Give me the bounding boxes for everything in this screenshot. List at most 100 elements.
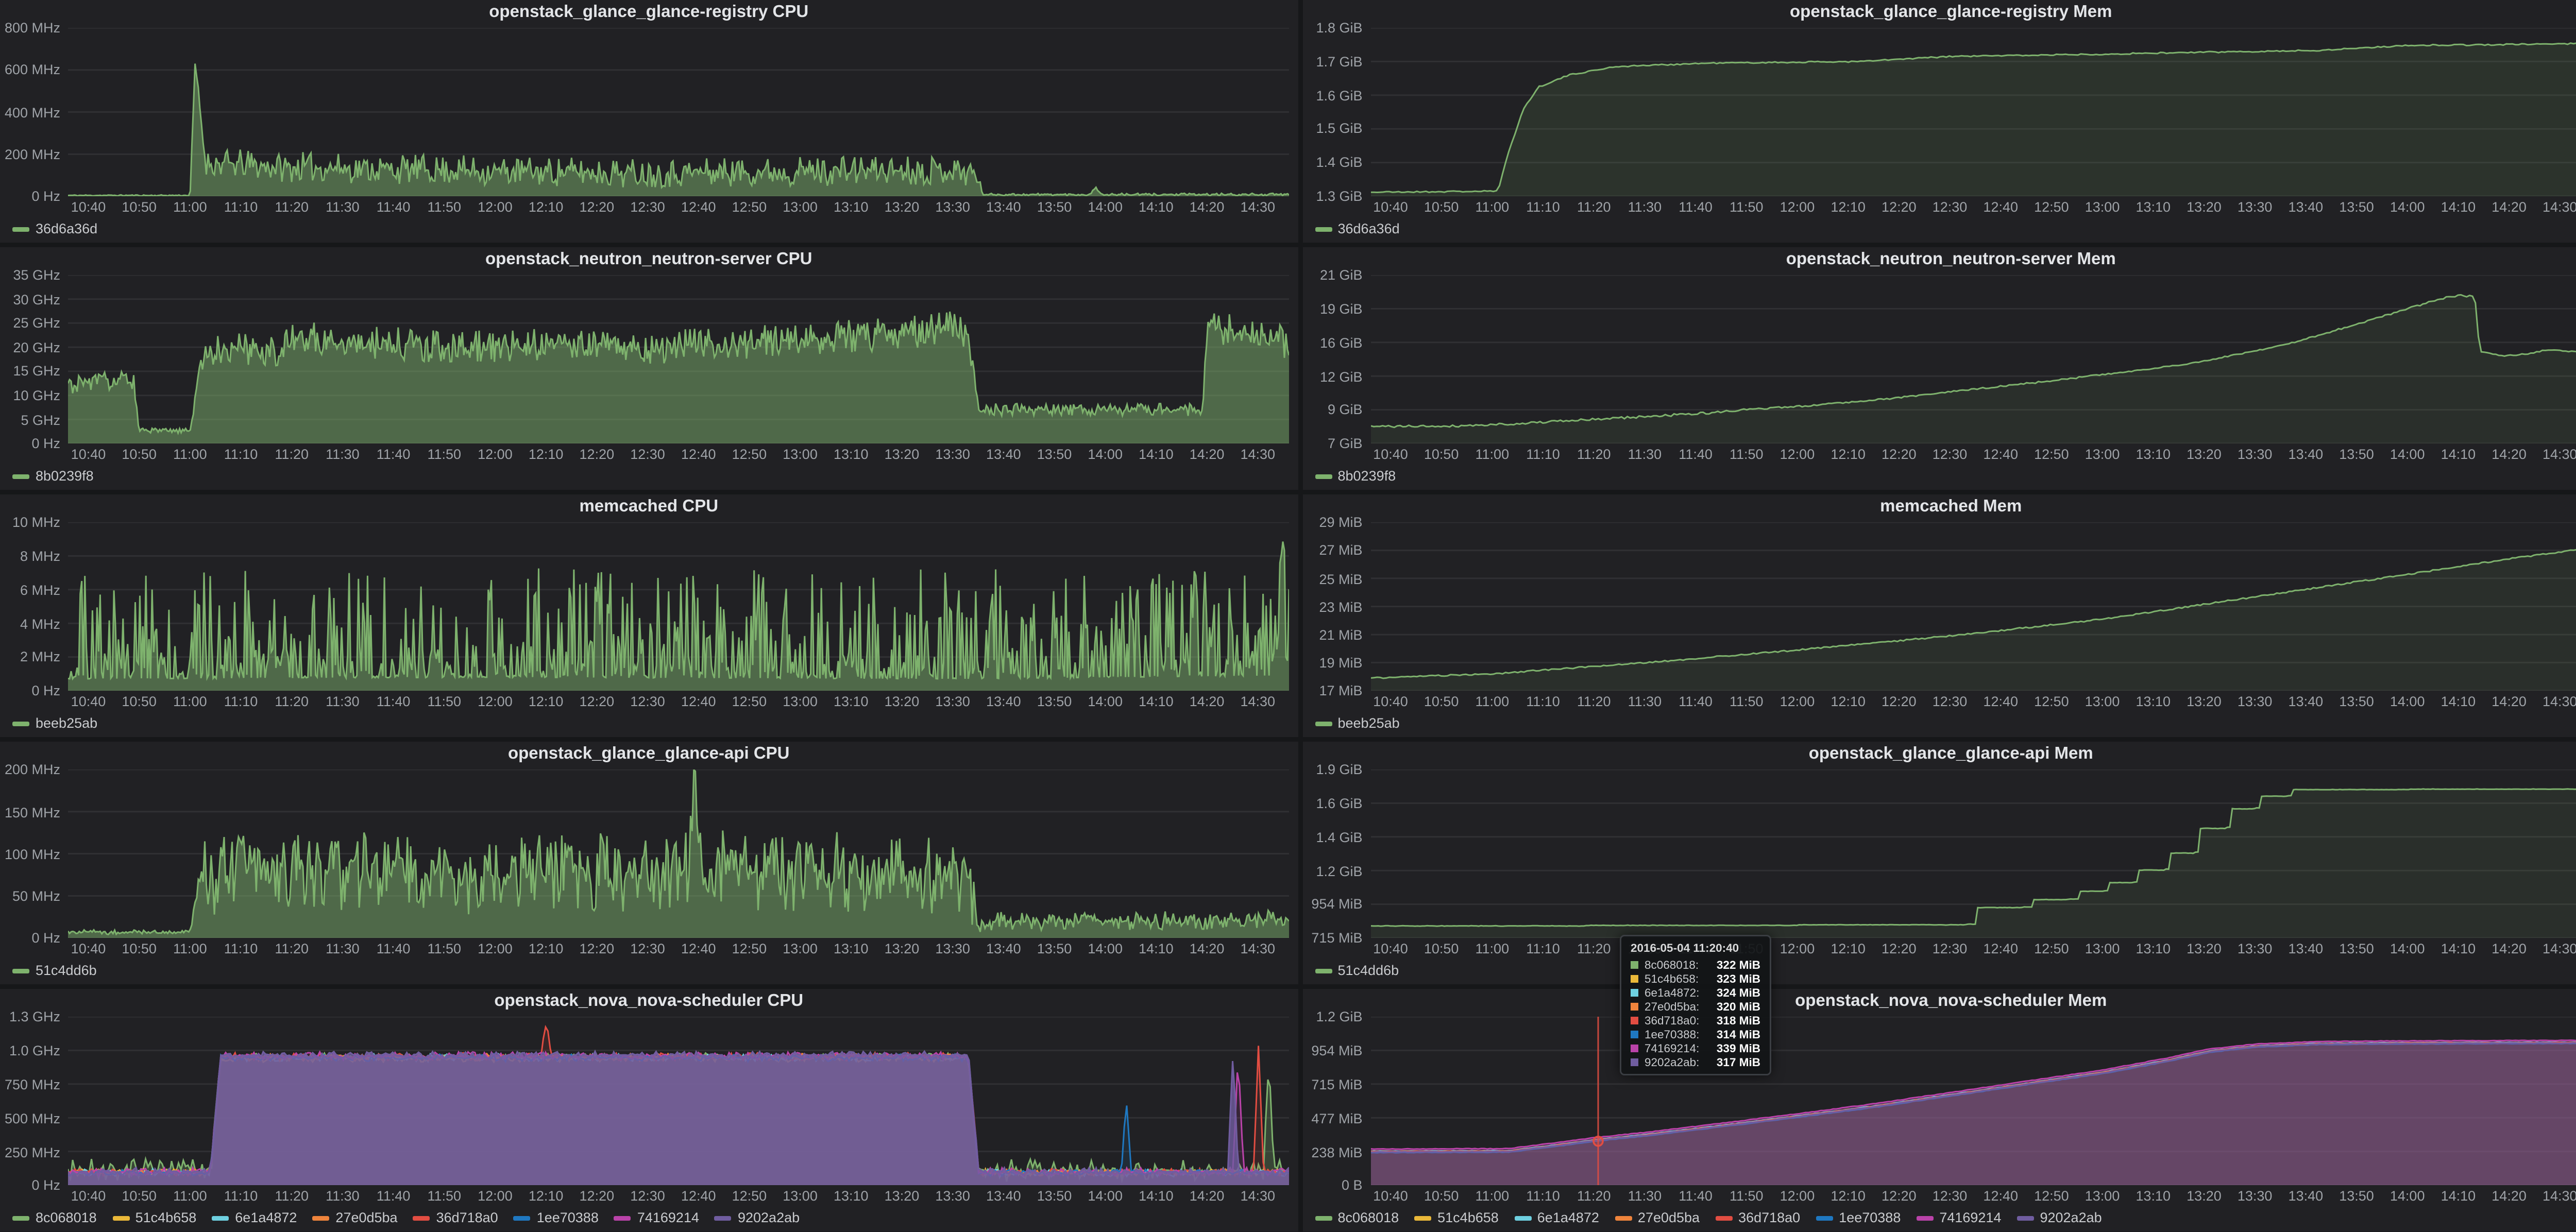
legend-item-51c4dd6b[interactable]: 51c4dd6b <box>1315 963 1399 979</box>
legend-swatch <box>312 1216 329 1221</box>
x-tick-label: 14:20 <box>1190 447 1225 462</box>
x-tick-label: 14:00 <box>2390 447 2425 462</box>
y-tick-label: 0 Hz <box>31 931 60 946</box>
x-tick-label: 13:00 <box>2085 1189 2120 1204</box>
y-axis: 800 MHz600 MHz400 MHz200 MHz0 Hz <box>6 28 68 196</box>
panel-title-glance-registry-mem[interactable]: openstack_glance_glance-registry Mem <box>1302 0 2576 25</box>
x-tick-label: 14:10 <box>1139 447 1174 462</box>
x-tick-label: 12:50 <box>2034 694 2069 710</box>
x-tick-label: 13:50 <box>2339 942 2374 957</box>
plot-neutron-server-mem[interactable] <box>1370 275 2576 443</box>
x-tick-label: 11:50 <box>427 1189 461 1204</box>
x-tick-label: 11:10 <box>1526 199 1560 215</box>
x-tick-label: 14:10 <box>1139 694 1174 710</box>
y-tick-label: 7 GiB <box>1328 436 1363 451</box>
plot-glance-registry-cpu[interactable] <box>68 28 1289 196</box>
legend-item-27e0d5ba[interactable]: 27e0d5ba <box>1615 1210 1700 1226</box>
x-tick-label: 11:10 <box>224 199 258 215</box>
y-tick-label: 2 MHz <box>20 649 60 665</box>
panel-title-memcached-mem[interactable]: memcached Mem <box>1302 494 2576 519</box>
legend-item-8b0239f8[interactable]: 8b0239f8 <box>1315 468 1396 484</box>
y-tick-label: 600 MHz <box>5 62 60 78</box>
legend-item-beeb25ab[interactable]: beeb25ab <box>1315 716 1400 731</box>
legend-item-74169214[interactable]: 74169214 <box>614 1210 699 1226</box>
plot-glance-api-mem[interactable] <box>1370 770 2576 938</box>
y-tick-label: 400 MHz <box>5 105 60 120</box>
x-tick-label: 10:40 <box>71 942 106 957</box>
x-tick-label: 10:50 <box>122 694 157 710</box>
y-tick-label: 954 MiB <box>1311 1043 1362 1058</box>
x-tick-label: 13:20 <box>2187 447 2222 462</box>
x-tick-label: 13:30 <box>2238 199 2273 215</box>
legend-item-51c4b658[interactable]: 51c4b658 <box>112 1210 197 1226</box>
legend-item-6e1a4872[interactable]: 6e1a4872 <box>212 1210 297 1226</box>
x-tick-label: 14:20 <box>2492 199 2527 215</box>
x-tick-label: 13:50 <box>1037 694 1072 710</box>
legend-item-6e1a4872[interactable]: 6e1a4872 <box>1514 1210 1599 1226</box>
legend-item-9202a2ab[interactable]: 9202a2ab <box>715 1210 800 1226</box>
legend-item-beeb25ab[interactable]: beeb25ab <box>12 716 97 731</box>
legend-item-1ee70388[interactable]: 1ee70388 <box>514 1210 599 1226</box>
panel-title-neutron-server-mem[interactable]: openstack_neutron_neutron-server Mem <box>1302 247 2576 272</box>
plot-memcached-mem[interactable] <box>1370 522 2576 691</box>
plot-memcached-cpu[interactable] <box>68 522 1289 691</box>
x-tick-label: 14:20 <box>2492 694 2527 710</box>
legend-item-8c068018[interactable]: 8c068018 <box>12 1210 97 1226</box>
plot-nova-scheduler-mem[interactable] <box>1370 1017 2576 1186</box>
x-tick-label: 11:00 <box>173 447 207 462</box>
x-tick-label: 12:10 <box>529 447 564 462</box>
x-tick-label: 12:10 <box>1831 942 1866 957</box>
legend-item-36d6a36d[interactable]: 36d6a36d <box>12 221 97 236</box>
legend-item-36d6a36d[interactable]: 36d6a36d <box>1315 221 1400 236</box>
panel-title-glance-registry-cpu[interactable]: openstack_glance_glance-registry CPU <box>0 0 1298 25</box>
x-tick-label: 10:40 <box>71 447 106 462</box>
x-tick-label: 13:50 <box>2339 447 2374 462</box>
legend-item-9202a2ab[interactable]: 9202a2ab <box>2016 1210 2102 1226</box>
x-tick-label: 11:00 <box>1476 694 1510 710</box>
chart-svg-glance-registry-cpu <box>68 28 1289 196</box>
series-beeb25ab <box>1370 548 2576 691</box>
legend-item-27e0d5ba[interactable]: 27e0d5ba <box>312 1210 397 1226</box>
chart-area: 35 GHz30 GHz25 GHz20 GHz15 GHz10 GHz5 GH… <box>6 275 1289 443</box>
x-tick-label: 10:40 <box>1373 199 1408 215</box>
legend-item-36d718a0[interactable]: 36d718a0 <box>413 1210 498 1226</box>
plot-neutron-server-cpu[interactable] <box>68 275 1289 443</box>
tooltip-series-swatch <box>1631 1031 1638 1038</box>
plot-nova-scheduler-cpu[interactable] <box>68 1017 1289 1186</box>
x-tick-label: 11:50 <box>1730 1189 1764 1204</box>
legend-item-8b0239f8[interactable]: 8b0239f8 <box>12 468 94 484</box>
grafana-dashboard: openstack_glance_glance-registry CPU800 … <box>0 0 2576 1232</box>
x-tick-label: 12:50 <box>732 199 767 215</box>
legend-item-8c068018[interactable]: 8c068018 <box>1315 1210 1399 1226</box>
y-tick-label: 1.9 GiB <box>1316 762 1362 778</box>
x-tick-label: 11:30 <box>1628 1189 1662 1204</box>
panel-title-neutron-server-cpu[interactable]: openstack_neutron_neutron-server CPU <box>0 247 1298 272</box>
chart-svg-nova-scheduler-mem <box>1370 1017 2576 1186</box>
panel-title-glance-api-cpu[interactable]: openstack_glance_glance-api CPU <box>0 742 1298 767</box>
plot-glance-registry-mem[interactable] <box>1370 28 2576 196</box>
x-tick-label: 12:30 <box>1933 1189 1968 1204</box>
legend-label: 74169214 <box>1939 1210 2001 1226</box>
panel-title-glance-api-mem[interactable]: openstack_glance_glance-api Mem <box>1302 742 2576 767</box>
x-axis: 10:4010:5011:0011:1011:2011:3011:4011:50… <box>1370 447 2576 465</box>
x-tick-label: 12:00 <box>1780 1189 1815 1204</box>
legend-item-51c4b658[interactable]: 51c4b658 <box>1414 1210 1499 1226</box>
panel-title-nova-scheduler-mem[interactable]: openstack_nova_nova-scheduler Mem <box>1302 989 2576 1014</box>
panel-title-nova-scheduler-cpu[interactable]: openstack_nova_nova-scheduler CPU <box>0 989 1298 1014</box>
legend-item-36d718a0[interactable]: 36d718a0 <box>1715 1210 1800 1226</box>
x-tick-label: 12:20 <box>1882 199 1917 215</box>
legend-item-1ee70388[interactable]: 1ee70388 <box>1816 1210 1901 1226</box>
x-tick-label: 11:10 <box>224 447 258 462</box>
legend-item-74169214[interactable]: 74169214 <box>1916 1210 2001 1226</box>
plot-glance-api-cpu[interactable] <box>68 770 1289 938</box>
tooltip-series-value: 323 MiB <box>1707 972 1760 986</box>
panel-title-memcached-cpu[interactable]: memcached CPU <box>0 494 1298 519</box>
legend-item-51c4dd6b[interactable]: 51c4dd6b <box>12 963 97 979</box>
x-tick-label: 13:00 <box>2085 694 2120 710</box>
x-tick-label: 11:00 <box>1476 1189 1510 1204</box>
panel-glance-api-mem: openstack_glance_glance-api Mem1.9 GiB1.… <box>1302 742 2576 985</box>
x-tick-label: 12:50 <box>2034 942 2069 957</box>
y-axis: 200 MHz150 MHz100 MHz50 MHz0 Hz <box>6 770 68 938</box>
x-tick-label: 14:00 <box>1088 199 1123 215</box>
x-tick-label: 12:40 <box>1983 942 2018 957</box>
